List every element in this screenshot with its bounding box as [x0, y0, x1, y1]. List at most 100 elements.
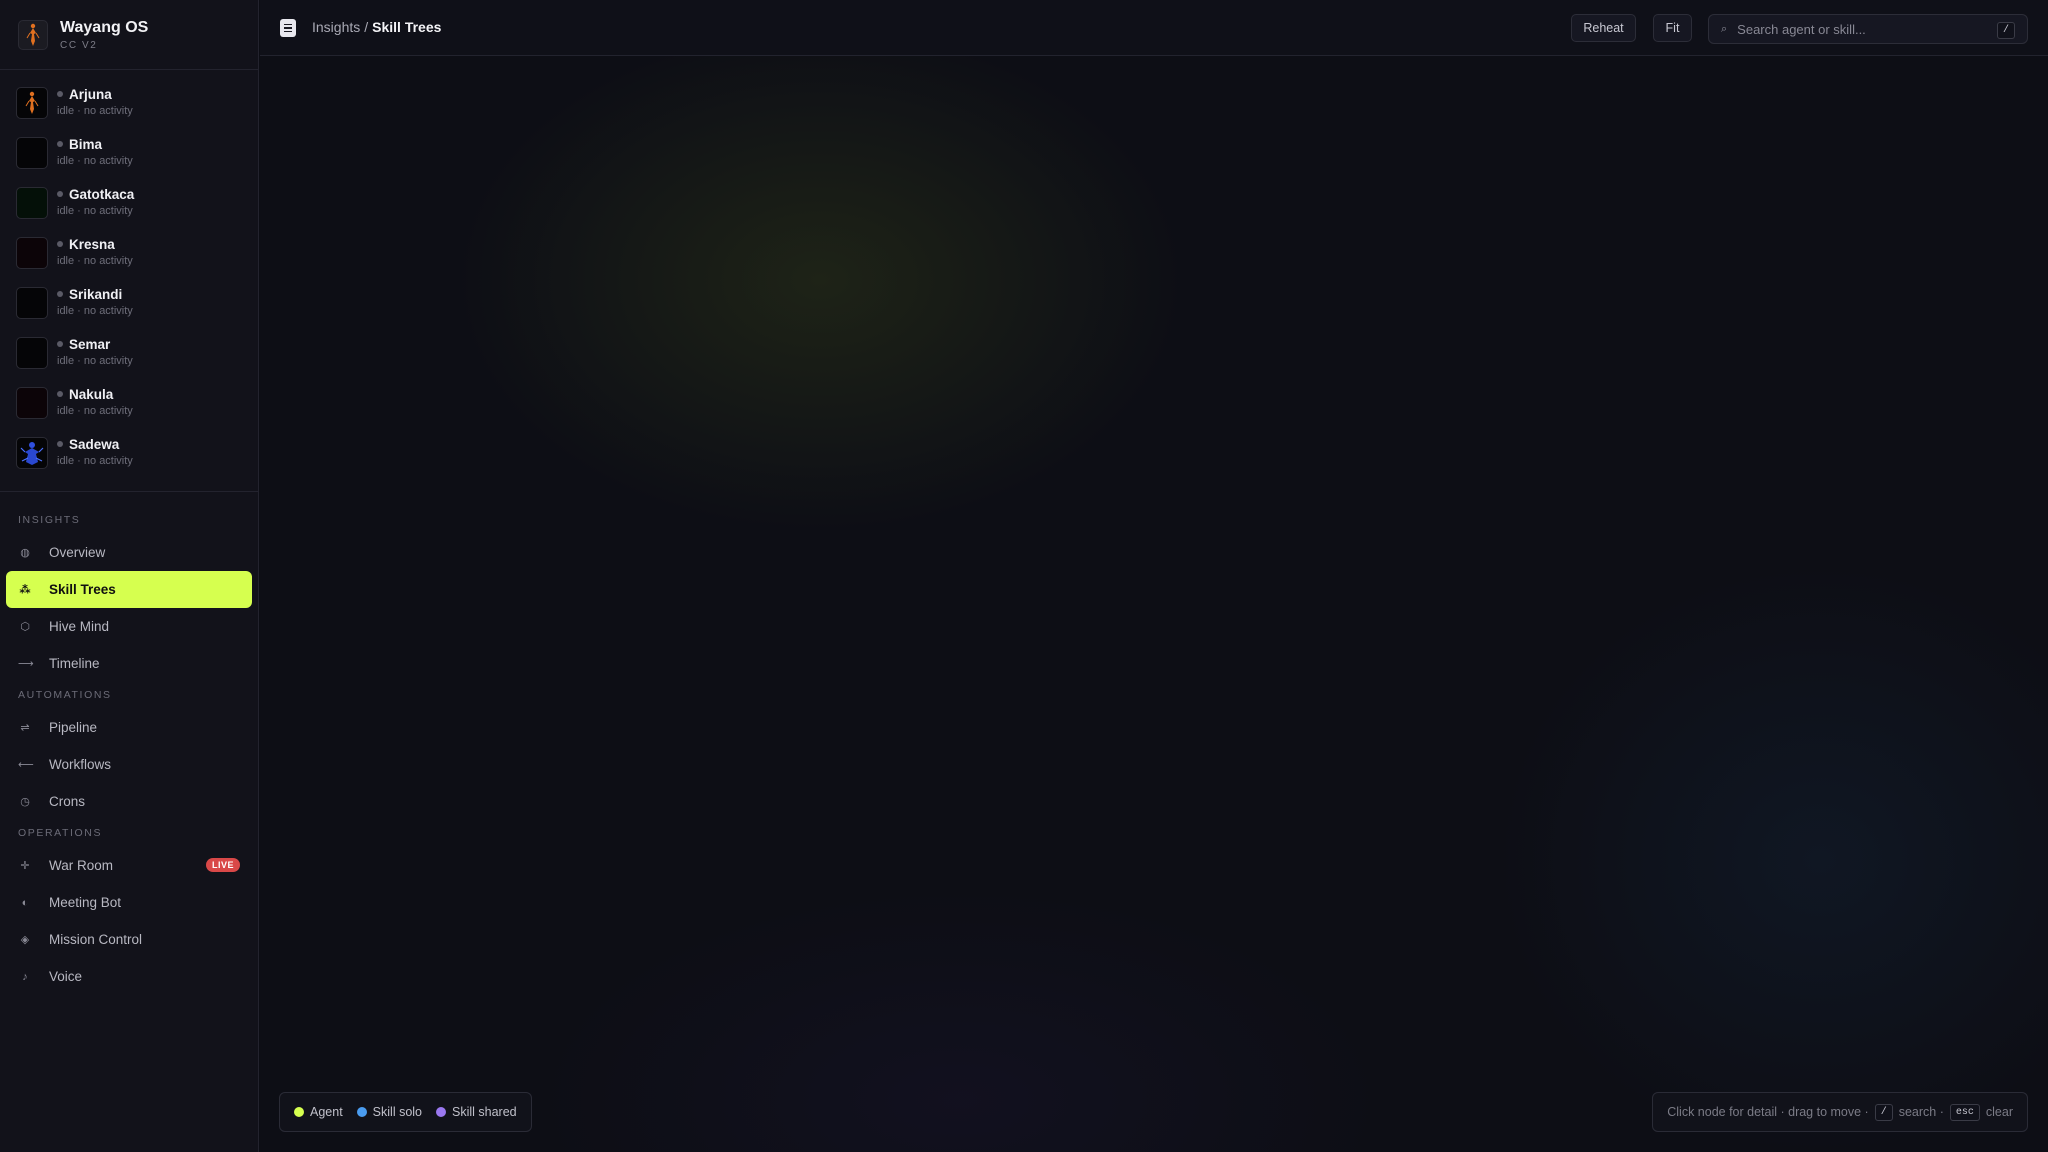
status-dot	[57, 341, 63, 347]
dark-avatar-icon	[16, 387, 48, 419]
hive-icon: ⬡	[20, 621, 30, 633]
overview-icon: ◍	[20, 547, 30, 559]
nav-item-workflows[interactable]: ⟵ Workflows	[6, 746, 252, 783]
wayang-puppet-icon	[16, 87, 48, 119]
nav-item-label: Skill Trees	[49, 582, 116, 597]
dark-avatar-icon	[16, 337, 48, 369]
search-input[interactable]	[1735, 20, 1976, 38]
status-dot	[57, 441, 63, 447]
workflow-icon: ⟵	[18, 759, 34, 771]
agent-status: idle · no activity	[57, 105, 133, 117]
dark-avatar-icon	[16, 137, 48, 169]
nav-item-hive-mind[interactable]: ⬡ Hive Mind	[6, 608, 252, 645]
breadcrumb-current: Skill Trees	[372, 19, 442, 35]
agent-item-gatotkaca[interactable]: Gatotkaca idle · no activity	[0, 180, 258, 230]
status-dot	[57, 191, 63, 197]
skill-tree-icon: ⁂	[19, 584, 31, 596]
nav-item-label: Overview	[49, 545, 106, 560]
agent-status: idle · no activity	[57, 205, 133, 217]
agent-item-semar[interactable]: Semar idle · no activity	[0, 330, 258, 380]
nav-item-label: Voice	[49, 969, 83, 984]
agent-name: Semar	[69, 336, 111, 352]
agent-status: idle · no activity	[57, 155, 133, 167]
search-icon: ⌕	[1721, 22, 1728, 35]
status-dot	[57, 91, 63, 97]
agent-name: Sadewa	[69, 436, 120, 452]
main-nav: INSIGHTS ◍ Overview ⁂ Skill Trees ⬡ Hive…	[0, 492, 258, 995]
brand-subtitle: CC V2	[60, 40, 98, 51]
hint-search-key: /	[1874, 1103, 1893, 1121]
nav-item-label: Meeting Bot	[49, 895, 122, 910]
nav-item-label: War Room	[49, 858, 114, 873]
status-dot	[57, 391, 63, 397]
status-dot	[57, 141, 63, 147]
legend-label: Agent	[310, 1105, 343, 1119]
agent-name: Nakula	[69, 386, 114, 402]
search-shortcut-key: /	[1996, 22, 2015, 39]
nav-item-overview[interactable]: ◍ Overview	[6, 534, 252, 571]
reheat-button[interactable]: Reheat	[1571, 14, 1636, 42]
nav-item-crons[interactable]: ◷ Crons	[6, 783, 252, 820]
sidebar-toggle-icon[interactable]	[280, 19, 296, 37]
fit-button[interactable]: Fit	[1653, 14, 1692, 42]
nav-item-label: Crons	[49, 794, 86, 809]
agent-name: Bima	[69, 136, 103, 152]
agent-item-srikandi[interactable]: Srikandi idle · no activity	[0, 280, 258, 330]
nav-item-label: Timeline	[49, 656, 100, 671]
pipeline-icon: ⇌	[20, 722, 30, 734]
agent-item-arjuna[interactable]: Arjuna idle · no activity	[0, 80, 258, 130]
nav-item-pipeline[interactable]: ⇌ Pipeline	[6, 709, 252, 746]
legend-label: Skill shared	[452, 1105, 517, 1119]
agent-item-bima[interactable]: Bima idle · no activity	[0, 130, 258, 180]
legend-dot	[294, 1107, 304, 1117]
legend-item-skill-shared: Skill shared	[436, 1105, 517, 1119]
nav-item-label: Pipeline	[49, 720, 98, 735]
section-label-operations: OPERATIONS	[18, 827, 103, 839]
legend-label: Skill solo	[372, 1105, 422, 1119]
agent-name: Srikandi	[69, 286, 123, 302]
timeline-icon: ⟶	[18, 658, 34, 670]
agent-name: Gatotkaca	[69, 186, 135, 202]
agent-status: idle · no activity	[57, 405, 133, 417]
agent-item-nakula[interactable]: Nakula idle · no activity	[0, 380, 258, 430]
dark-avatar-icon	[16, 187, 48, 219]
status-dot	[57, 241, 63, 247]
brand-header[interactable]: Wayang OS CC V2	[0, 0, 258, 70]
hint-search-text: search ·	[1898, 1105, 1944, 1119]
skill-tree-canvas[interactable]: Insights/Skill Trees Reheat Fit ⌕ / Agen…	[260, 0, 2048, 1152]
nav-item-voice[interactable]: ♪ Voice	[6, 958, 252, 995]
section-label-insights: INSIGHTS	[18, 514, 81, 526]
interaction-hint: Click node for detail · drag to move · /…	[1652, 1092, 2028, 1132]
sidebar: Wayang OS CC V2 Arjuna idle · no activit…	[0, 0, 259, 1152]
crosshair-icon: ✛	[20, 860, 30, 872]
agent-item-sadewa[interactable]: Sadewa idle · no activity	[0, 430, 258, 480]
hint-clear-key: esc	[1949, 1103, 1980, 1121]
brand-name: Wayang OS	[60, 19, 149, 36]
nav-item-skill-trees[interactable]: ⁂ Skill Trees	[6, 571, 252, 608]
clock-icon: ◷	[20, 796, 30, 808]
search-box[interactable]: ⌕ /	[1708, 14, 2028, 44]
nav-item-label: Workflows	[49, 757, 112, 772]
blue-puppet-icon	[16, 437, 48, 469]
legend-item-skill-solo: Skill solo	[356, 1105, 422, 1119]
nav-item-meeting-bot[interactable]: ◐ Meeting Bot	[6, 884, 252, 921]
wayang-puppet-icon	[18, 19, 48, 50]
breadcrumb-root[interactable]: Insights	[312, 19, 360, 35]
nav-item-label: Hive Mind	[49, 619, 110, 634]
hint-clear-text: clear	[1985, 1105, 2013, 1119]
diamond-icon: ◈	[20, 934, 30, 946]
breadcrumb-separator: /	[364, 19, 369, 35]
live-badge: LIVE	[205, 858, 240, 872]
agent-status: idle · no activity	[57, 255, 133, 267]
top-bar: Insights/Skill Trees Reheat Fit ⌕ /	[260, 0, 2048, 56]
graph-legend: Agent Skill solo Skill shared	[279, 1092, 532, 1132]
agent-status: idle · no activity	[57, 305, 133, 317]
nav-item-mission-control[interactable]: ◈ Mission Control	[6, 921, 252, 958]
nav-item-war-room[interactable]: ✛ War Room LIVE	[6, 847, 252, 884]
agent-name: Kresna	[69, 236, 115, 252]
hint-text: Click node for detail · drag to move ·	[1667, 1105, 1869, 1119]
nav-item-timeline[interactable]: ⟶ Timeline	[6, 645, 252, 682]
agent-item-kresna[interactable]: Kresna idle · no activity	[0, 230, 258, 280]
half-circle-icon: ◐	[21, 896, 29, 909]
legend-dot	[436, 1107, 446, 1117]
